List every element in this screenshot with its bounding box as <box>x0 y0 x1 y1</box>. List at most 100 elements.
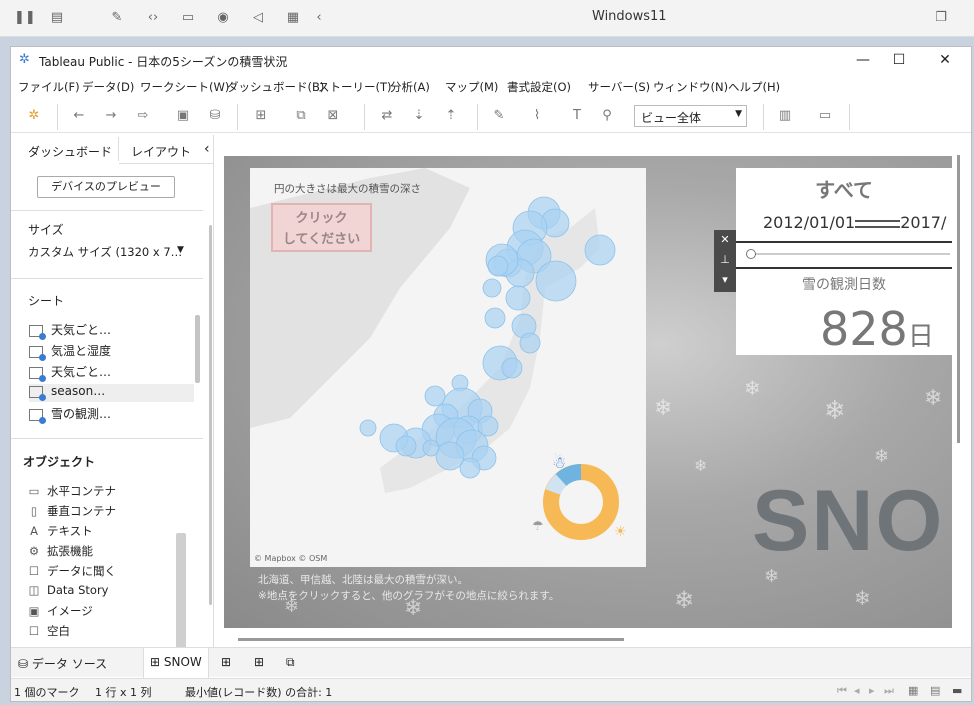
pin-icon[interactable]: ⊥ <box>714 250 736 270</box>
canvas-horizontal-scrollbar[interactable] <box>238 638 624 641</box>
sheets-scrollbar[interactable] <box>195 315 200 383</box>
pause-icon[interactable]: ❚❚ <box>14 9 36 27</box>
undo-icon[interactable]: ← <box>69 107 89 125</box>
snow-bubble[interactable] <box>487 255 509 277</box>
object-extension[interactable]: ⚙ 拡張機能 <box>27 543 93 559</box>
new-worksheet-icon[interactable]: ⊞ <box>221 655 231 669</box>
show-me-icon[interactable]: ▥ <box>775 107 795 125</box>
menu-map[interactable]: マップ(M) <box>445 79 498 95</box>
filmstrip-view-icon[interactable]: ▤ <box>930 684 940 697</box>
snow-bubble[interactable] <box>359 419 377 437</box>
remove-icon[interactable]: ✕ <box>714 230 736 250</box>
new-sheet-icon[interactable]: ⊞ <box>251 107 271 125</box>
menu-analysis[interactable]: 分析(A) <box>390 79 430 95</box>
tableau-home-icon[interactable]: ✲ <box>24 107 44 125</box>
sheet-item[interactable]: 気温と湿度 <box>29 342 111 361</box>
tab-snow[interactable]: ⊞ SNOW <box>143 648 209 678</box>
menu-help[interactable]: ヘルプ(H) <box>728 79 780 95</box>
sort-asc-icon[interactable]: ⇣ <box>409 107 429 125</box>
user-icon[interactable]: ◉ <box>214 9 232 27</box>
clear-sheet-icon[interactable]: ⊠ <box>323 107 343 125</box>
object-blank[interactable]: ☐ 空白 <box>27 623 70 639</box>
menu-dashboard[interactable]: ダッシュボード(B) <box>227 79 324 95</box>
object-data-story[interactable]: ◫ Data Story <box>27 583 109 597</box>
device-preview-button[interactable]: デバイスのプレビュー <box>37 176 175 198</box>
tab-layout[interactable]: レイアウト <box>131 143 191 160</box>
snow-bubble[interactable] <box>505 285 531 311</box>
filter-all-label[interactable]: すべて <box>736 174 952 203</box>
chevron-down-icon[interactable]: ▼ <box>177 245 184 255</box>
menu-format[interactable]: 書式設定(O) <box>507 79 571 95</box>
snow-bubble[interactable] <box>584 234 616 266</box>
new-dashboard-icon[interactable]: ⊞ <box>254 655 264 669</box>
speaker-icon[interactable]: ◁ <box>249 9 267 27</box>
date-range[interactable]: 2012/01/01 2017/ <box>763 213 946 232</box>
next-page-icon[interactable]: ▸ <box>869 684 875 697</box>
wrench-icon[interactable]: ✎ <box>108 9 126 27</box>
object-ask-data[interactable]: ☐ データに聞く <box>27 563 116 579</box>
snow-bubble[interactable] <box>422 439 440 457</box>
presentation-icon[interactable]: ▭ <box>815 107 835 125</box>
object-horizontal-container[interactable]: ▭ 水平コンテナ <box>27 483 116 499</box>
object-image[interactable]: ▣ イメージ <box>27 603 93 619</box>
canvas-vertical-scrollbar[interactable] <box>957 155 960 443</box>
menu-window[interactable]: ウィンドウ(N) <box>653 79 728 95</box>
sheet-item[interactable]: season… <box>29 384 194 402</box>
redo-icon[interactable]: → <box>101 107 121 125</box>
more-options-icon[interactable]: ▾ <box>714 270 736 290</box>
sheet-item[interactable]: 雪の観測… <box>29 405 111 424</box>
snow-bubble[interactable] <box>395 435 417 457</box>
maximize-button[interactable]: ☐ <box>889 50 909 70</box>
pin-icon[interactable]: ⚲ <box>597 107 617 125</box>
tab-data-source[interactable]: ⛁ データ ソース <box>18 655 107 672</box>
date-slider-handle[interactable] <box>746 249 756 259</box>
menu-worksheet[interactable]: ワークシート(W) <box>140 79 229 95</box>
menu-story[interactable]: ストーリー(T) <box>318 79 392 95</box>
menu-server[interactable]: サーバー(S) <box>588 79 650 95</box>
label-icon[interactable]: T <box>567 107 587 125</box>
last-page-icon[interactable]: ⏭ <box>884 684 894 698</box>
snow-bubble[interactable] <box>484 307 506 329</box>
date-slider-track[interactable] <box>750 253 950 255</box>
snow-bubble[interactable] <box>535 260 577 302</box>
save-icon[interactable]: ▣ <box>173 107 193 125</box>
keyboard-icon[interactable]: ▦ <box>284 9 302 27</box>
back-icon[interactable]: ‹ <box>310 9 328 27</box>
panel-scrollbar[interactable] <box>209 225 212 605</box>
object-text[interactable]: A テキスト <box>27 523 93 539</box>
menu-data[interactable]: データ(D) <box>82 79 134 95</box>
swap-icon[interactable]: ⇄ <box>377 107 397 125</box>
sheet-item[interactable]: 天気ごと… <box>29 321 111 340</box>
new-story-icon[interactable]: ⧉ <box>286 655 295 670</box>
sheet-item[interactable]: 天気ごと… <box>29 363 111 382</box>
restore-icon[interactable]: ❐ <box>932 9 950 27</box>
sort-desc-icon[interactable]: ⇡ <box>441 107 461 125</box>
close-button[interactable]: ✕ <box>935 50 955 70</box>
size-select[interactable]: カスタム サイズ (1320 x 7… <box>28 244 182 260</box>
replay-icon[interactable]: ⇨ <box>133 107 153 125</box>
tab-view-icon[interactable]: ▬ <box>952 684 962 697</box>
snow-bubble[interactable] <box>501 357 523 379</box>
minimize-button[interactable]: — <box>853 50 873 70</box>
collapse-panel-icon[interactable]: ‹ <box>204 141 210 157</box>
first-page-icon[interactable]: ⏮ <box>837 684 847 698</box>
settings-page-icon[interactable]: ▤ <box>48 9 66 27</box>
attach-icon[interactable]: ⌇ <box>527 107 547 125</box>
code-icon[interactable]: ‹› <box>144 9 162 27</box>
highlight-icon[interactable]: ✎ <box>489 107 509 125</box>
new-datasource-icon[interactable]: ⛁ <box>205 107 225 125</box>
snow-bubble[interactable] <box>435 441 465 471</box>
click-prompt-box[interactable]: クリック してください <box>271 203 372 252</box>
drive-icon[interactable]: ▭ <box>179 9 197 27</box>
tab-dashboard[interactable]: ダッシュボード <box>28 143 112 160</box>
japan-snow-map[interactable]: ☃ ☀ ☂ 円の大きさは最大の積雪の深さ クリック してください © Mapbo… <box>250 168 646 567</box>
grid-view-icon[interactable]: ▦ <box>908 684 918 697</box>
prev-page-icon[interactable]: ◂ <box>854 684 860 697</box>
duplicate-sheet-icon[interactable]: ⧉ <box>291 107 311 125</box>
objects-scrollbar[interactable] <box>176 533 186 659</box>
snow-bubble[interactable] <box>482 278 502 298</box>
snow-bubble[interactable] <box>519 332 541 354</box>
snow-bubble[interactable] <box>424 385 446 407</box>
view-size-select[interactable]: ビュー全体 ▼ <box>634 105 747 127</box>
object-vertical-container[interactable]: ▯ 垂直コンテナ <box>27 503 116 519</box>
